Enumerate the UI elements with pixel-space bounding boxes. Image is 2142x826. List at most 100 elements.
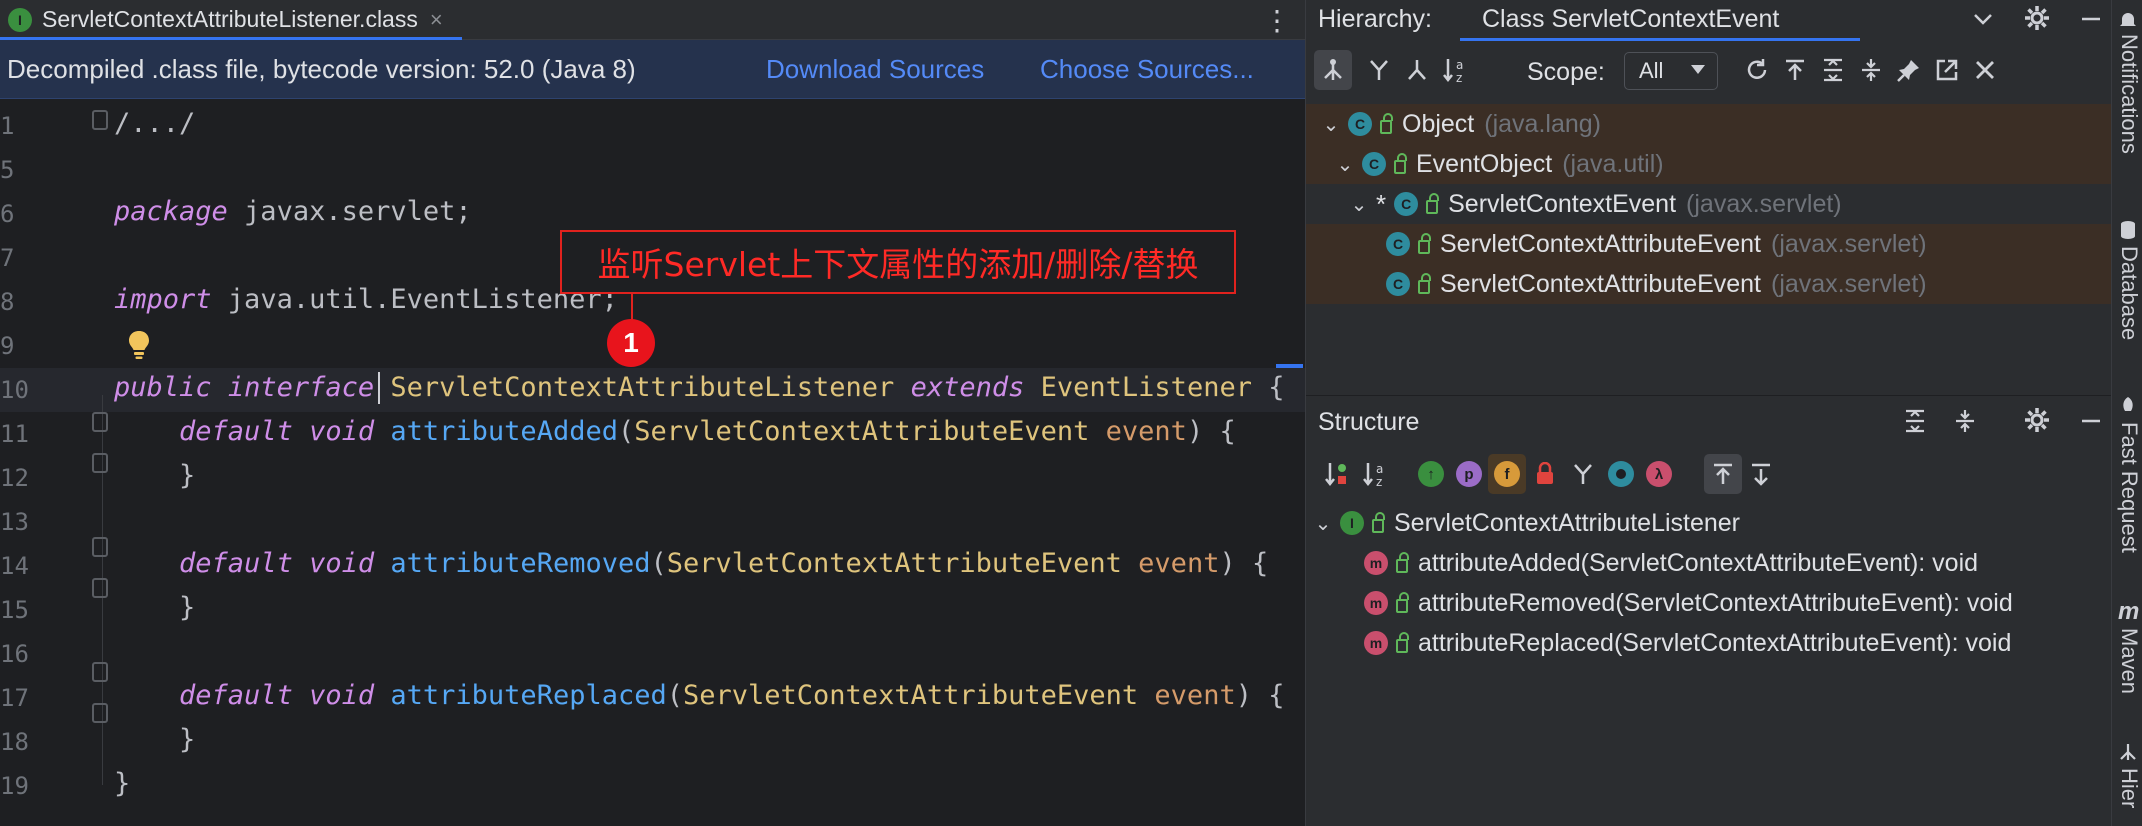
refresh-icon[interactable] <box>1738 50 1776 90</box>
autoscroll-from-source-icon[interactable] <box>1742 454 1780 494</box>
sort-by-visibility-icon[interactable] <box>1318 454 1356 494</box>
method-signature: attributeRemoved(ServletContextAttribute… <box>1418 588 2013 617</box>
show-properties-icon[interactable]: p <box>1450 454 1488 494</box>
inherited-icon: ↑ <box>1418 461 1444 487</box>
download-sources-link[interactable]: Download Sources <box>766 54 984 85</box>
public-lock-icon <box>1426 193 1440 214</box>
code-token: event <box>1154 680 1236 711</box>
fold-marker[interactable] <box>92 412 108 432</box>
code-line: } <box>114 460 195 491</box>
code-token: attributeReplaced <box>390 680 667 711</box>
fold-marker[interactable] <box>92 578 108 598</box>
structure-method-row[interactable]: m attributeReplaced(ServletContextAttribu… <box>1306 623 2111 663</box>
code-token: java.util.EventListener; <box>211 284 618 315</box>
code-token: ServletContextAttributeEvent <box>666 548 1122 579</box>
current-class-marker: * <box>1376 188 1387 219</box>
structure-method-row[interactable]: m attributeAdded(ServletContextAttributeE… <box>1306 543 2111 583</box>
hierarchy-tab[interactable]: Class ServletContextEvent <box>1482 5 1779 34</box>
more-options-icon[interactable]: ⋮ <box>1262 4 1292 37</box>
public-lock-icon <box>1418 233 1431 254</box>
chevron-down-icon[interactable]: ⌄ <box>1322 112 1340 137</box>
sort-alphabetically-icon[interactable]: az <box>1356 454 1394 494</box>
fold-marker[interactable] <box>92 703 108 723</box>
maven-icon[interactable]: m <box>2118 598 2139 626</box>
collapse-all-icon[interactable] <box>1952 408 1978 434</box>
structure-method-row[interactable]: m attributeRemoved(ServletContextAttribut… <box>1306 583 2111 623</box>
editor-tab[interactable]: I ServletContextAttributeListener.class … <box>0 0 462 40</box>
structure-root-row[interactable]: ⌄ I ServletContextAttributeListener <box>1306 503 2111 543</box>
hierarchy-node[interactable]: ⌄ C Object (java.lang) <box>1306 104 2111 144</box>
hierarchy-tab-strip[interactable]: Hier <box>2116 768 2142 808</box>
maven-tab[interactable]: Maven <box>2116 628 2142 694</box>
text-caret <box>378 372 380 404</box>
show-anonymous-icon[interactable] <box>1602 454 1640 494</box>
close-icon[interactable]: × <box>430 7 443 33</box>
expand-all-icon[interactable] <box>1814 50 1852 90</box>
expand-all-icon[interactable] <box>1902 408 1928 434</box>
show-type-hierarchy-icon[interactable] <box>1564 454 1602 494</box>
lightbulb-icon[interactable] <box>128 330 150 360</box>
fold-marker[interactable] <box>92 662 108 682</box>
code-token: default <box>179 680 293 711</box>
chevron-down-icon[interactable]: ⌄ <box>1350 192 1368 217</box>
scrollbar-marker[interactable] <box>1276 364 1303 368</box>
code-token: ServletContextAttributeEvent <box>683 680 1139 711</box>
code-line: } <box>114 724 195 755</box>
sort-alphabetically-icon[interactable]: az <box>1436 50 1474 90</box>
hierarchy-node[interactable]: C ServletContextAttributeEvent (javax.serv… <box>1306 224 2111 264</box>
public-lock-icon <box>1380 113 1393 134</box>
show-lambdas-icon[interactable]: λ <box>1640 454 1678 494</box>
hierarchy-node[interactable]: ⌄ C EventObject (java.util) <box>1306 144 2111 184</box>
hierarchy-node[interactable]: ⌄ * C ServletContextEvent (javax.servlet) <box>1306 184 2111 224</box>
chevron-down-icon[interactable]: ⌄ <box>1336 152 1354 177</box>
chevron-down-icon <box>1691 65 1705 74</box>
choose-sources-link[interactable]: Choose Sources... <box>1040 54 1254 85</box>
show-non-public-icon[interactable] <box>1526 454 1564 494</box>
fold-marker[interactable] <box>92 110 108 130</box>
open-in-window-icon[interactable] <box>1928 50 1966 90</box>
show-inherited-icon[interactable]: ↑ <box>1412 454 1450 494</box>
scope-dropdown[interactable]: All <box>1624 52 1718 90</box>
type-hierarchy-icon[interactable] <box>1314 50 1352 90</box>
rocket-icon[interactable] <box>2118 396 2138 416</box>
supertypes-hierarchy-icon[interactable] <box>1360 50 1398 90</box>
export-icon[interactable] <box>1776 50 1814 90</box>
notifications-tab[interactable]: Notifications <box>2116 34 2142 154</box>
show-fields-icon[interactable]: f <box>1488 454 1526 494</box>
gear-icon[interactable] <box>2023 406 2051 434</box>
subtypes-hierarchy-icon[interactable] <box>1398 50 1436 90</box>
hierarchy-panel: Hierarchy: Class ServletContextEvent az … <box>1306 0 2111 396</box>
gear-icon[interactable] <box>2023 4 2051 32</box>
fold-marker[interactable] <box>92 453 108 473</box>
package-name: (java.util) <box>1562 149 1664 178</box>
method-icon: m <box>1364 591 1388 615</box>
minimize-icon[interactable] <box>2078 6 2104 32</box>
line-number: 19 <box>0 772 29 800</box>
hierarchy-icon[interactable] <box>2118 742 2138 762</box>
code-token: { <box>1251 372 1285 403</box>
chevron-down-icon[interactable]: ⌄ <box>1314 511 1332 536</box>
autoscroll-to-source-icon[interactable] <box>1704 454 1742 494</box>
class-icon: C <box>1386 232 1410 256</box>
fold-marker[interactable] <box>92 537 108 557</box>
code-token: ( <box>666 680 683 711</box>
database-tab[interactable]: Database <box>2116 246 2142 340</box>
package-name: (javax.servlet) <box>1686 189 1842 218</box>
collapse-all-icon[interactable] <box>1852 50 1890 90</box>
fast-request-tab[interactable]: Fast Request <box>2116 422 2142 553</box>
line-number: 13 <box>0 508 29 536</box>
database-icon[interactable] <box>2118 220 2138 240</box>
code-token: ( <box>650 548 667 579</box>
hierarchy-node[interactable]: C ServletContextAttributeEvent (javax.serv… <box>1306 264 2111 304</box>
bell-icon[interactable] <box>2118 10 2138 30</box>
close-icon[interactable] <box>1966 50 2004 90</box>
minimize-icon[interactable] <box>2078 408 2104 434</box>
code-token: } <box>114 724 196 755</box>
class-icon: C <box>1362 152 1386 176</box>
scope-label: Scope: <box>1527 58 1605 86</box>
right-tool-strip: Notifications Database Fast Request m Ma… <box>2111 0 2142 826</box>
pin-icon[interactable] <box>1890 50 1928 90</box>
chevron-down-icon[interactable] <box>1970 6 1996 32</box>
